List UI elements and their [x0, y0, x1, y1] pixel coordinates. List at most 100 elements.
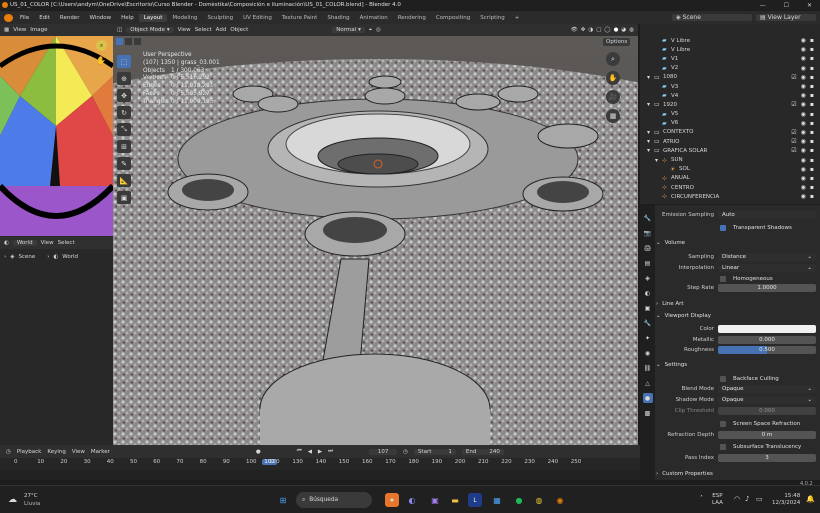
exclude-checkbox[interactable]: ☑: [791, 101, 796, 108]
world-dropdown[interactable]: World: [12, 240, 37, 246]
battery-icon[interactable]: ▭: [756, 495, 763, 503]
eye-icon[interactable]: ◉: [801, 129, 806, 136]
wifi-icon[interactable]: ◠: [734, 495, 740, 503]
hand-icon[interactable]: ✋: [96, 56, 106, 65]
render-camera-icon[interactable]: ▪: [810, 175, 814, 182]
clip-threshold-field[interactable]: 0.000: [718, 407, 816, 415]
viewport-editor-icon[interactable]: ◫: [117, 27, 122, 33]
outliner-item-label[interactable]: CONTEXTO: [663, 129, 693, 135]
expand-arrow-icon[interactable]: ›: [47, 254, 49, 260]
outliner-row[interactable]: ⊹ ANUAL ◉ ▪: [640, 174, 820, 183]
eye-icon[interactable]: ◉: [801, 46, 806, 53]
snap-icon[interactable]: ⌖: [369, 27, 372, 34]
outliner-item-label[interactable]: ATRIO: [663, 139, 679, 145]
render-camera-icon[interactable]: ▪: [810, 193, 814, 200]
tray-chevron-icon[interactable]: ˄: [700, 495, 703, 502]
step-rate-field[interactable]: 1.0000: [718, 284, 816, 292]
tab-scripting[interactable]: Scripting: [475, 14, 509, 22]
mode-dropdown[interactable]: Object Mode ▾: [126, 27, 174, 33]
end-frame-field[interactable]: End 240: [461, 448, 504, 455]
timeline-view-menu[interactable]: View: [72, 449, 85, 455]
eye-icon[interactable]: ◉: [801, 83, 806, 90]
outliner-row[interactable]: ⊹ CENTRO ◉ ▪: [640, 183, 820, 192]
blender-app-icon[interactable]: ◉: [553, 493, 567, 507]
select-tool-icon[interactable]: ⬚: [117, 55, 131, 68]
file-explorer-icon[interactable]: ▬: [448, 493, 462, 507]
expand-arrow-icon[interactable]: ▾: [647, 74, 650, 81]
expand-arrow-icon[interactable]: ▾: [647, 101, 650, 108]
render-camera-icon[interactable]: ▪: [810, 166, 814, 173]
eye-icon[interactable]: ◉: [801, 157, 806, 164]
expand-arrow-icon[interactable]: ▾: [655, 157, 658, 164]
interpolation-dropdown[interactable]: Linear ⌄: [718, 264, 816, 272]
render-camera-icon[interactable]: ▪: [810, 157, 814, 164]
eye-icon[interactable]: ◉: [801, 147, 806, 154]
render-tab-icon[interactable]: 📷: [643, 228, 653, 238]
eye-icon[interactable]: ◉: [801, 184, 806, 191]
l-app-icon[interactable]: L: [468, 493, 482, 507]
tab-rendering[interactable]: Rendering: [393, 14, 431, 22]
render-camera-icon[interactable]: ▪: [810, 83, 814, 90]
task-view-icon[interactable]: ✦: [385, 493, 399, 507]
shading-solid-icon[interactable]: ●: [614, 27, 619, 33]
outliner-row[interactable]: ▰ V5 ◉ ▪: [640, 110, 820, 119]
current-frame-field[interactable]: 107: [369, 448, 398, 455]
render-camera-icon[interactable]: ▪: [810, 92, 814, 99]
outliner-item-label[interactable]: V4: [671, 93, 678, 99]
outliner-item-label[interactable]: 1920: [663, 102, 677, 108]
material-tab-icon[interactable]: ●: [642, 393, 653, 403]
shadow-mode-dropdown[interactable]: Opaque ⌄: [718, 396, 816, 404]
outliner-row[interactable]: ▾ ▭ CONTEXTO ☑ ◉ ▪: [640, 128, 820, 137]
texture-tab-icon[interactable]: ▩: [643, 408, 653, 418]
proportional-icon[interactable]: ◎: [376, 27, 381, 33]
render-camera-icon[interactable]: ▪: [810, 184, 814, 191]
render-camera-icon[interactable]: ▪: [810, 111, 814, 118]
outliner-row[interactable]: ▾ ⊹ SUN ◉ ▪: [640, 155, 820, 164]
tool-tab-icon[interactable]: 🔧: [643, 213, 653, 223]
render-camera-icon[interactable]: ▪: [810, 101, 814, 108]
keying-menu[interactable]: Keying: [47, 449, 65, 455]
annotate-tool-icon[interactable]: ✎: [117, 157, 131, 170]
volume-panel-header[interactable]: ⌄ Volume: [656, 237, 816, 248]
eye-icon[interactable]: ◉: [801, 92, 806, 99]
timeline-ruler[interactable]: 0 10 20 30 40 50 60 70 80 90 100 107 120 130 140 150 160…: [0, 458, 640, 468]
scene-selector[interactable]: ◈ Scene: [672, 14, 752, 21]
emission-sampling-dropdown[interactable]: Auto: [718, 211, 816, 219]
outliner-item-label[interactable]: V3: [671, 84, 678, 90]
outliner-item-label[interactable]: V Libre: [671, 47, 690, 53]
exclude-checkbox[interactable]: ☑: [791, 147, 796, 154]
overlay-icon[interactable]: ◑: [588, 27, 593, 33]
outliner-row[interactable]: ▰ V4 ◉ ▪: [640, 91, 820, 100]
exclude-checkbox[interactable]: ☑: [791, 74, 796, 81]
exclude-checkbox[interactable]: ☑: [791, 138, 796, 145]
zoom-icon[interactable]: ⌕: [606, 52, 620, 66]
pan-hand-icon[interactable]: ✋: [606, 71, 620, 85]
outliner-item-label[interactable]: SUN: [671, 157, 683, 163]
outliner-row[interactable]: ▰ V Libre ◉ ▪: [640, 36, 820, 45]
transparent-shadows-checkbox[interactable]: Transparent Shadows: [656, 222, 816, 233]
menu-render[interactable]: Render: [55, 15, 85, 21]
tab-shading[interactable]: Shading: [322, 14, 354, 22]
shading-rendered-icon[interactable]: ◍: [629, 27, 634, 33]
search-box[interactable]: ⌕ Búsqueda: [296, 492, 372, 508]
tab-layout[interactable]: Layout: [138, 13, 168, 22]
world-tab-icon[interactable]: ◐: [643, 288, 653, 298]
world-view-menu[interactable]: View: [41, 240, 54, 246]
outliner-row[interactable]: ⊹ CIRCUNFERENCIA ◉ ▪: [640, 192, 820, 201]
outliner-item-label[interactable]: GRAFICA SOLAR: [663, 148, 707, 154]
record-icon[interactable]: ●: [256, 449, 261, 455]
outliner-item-label[interactable]: V5: [671, 111, 678, 117]
measure-tool-icon[interactable]: 📐: [117, 174, 131, 187]
eye-icon[interactable]: ◉: [801, 111, 806, 118]
expand-arrow-icon[interactable]: ▾: [647, 129, 650, 136]
roughness-field[interactable]: 0.500: [718, 346, 816, 354]
expand-arrow-icon[interactable]: ›: [4, 254, 6, 260]
outliner-row[interactable]: ▰ V6 ◉ ▪: [640, 119, 820, 128]
render-camera-icon[interactable]: ▪: [810, 37, 814, 44]
outliner-item-label[interactable]: CENTRO: [671, 185, 694, 191]
grid-icon[interactable]: ▦: [606, 109, 620, 123]
render-camera-icon[interactable]: ▪: [810, 138, 814, 145]
tab-sculpting[interactable]: Sculpting: [202, 14, 238, 22]
windows-start-icon[interactable]: ⊞: [276, 493, 290, 507]
outliner-row[interactable]: ▰ V1 ◉ ▪: [640, 54, 820, 63]
